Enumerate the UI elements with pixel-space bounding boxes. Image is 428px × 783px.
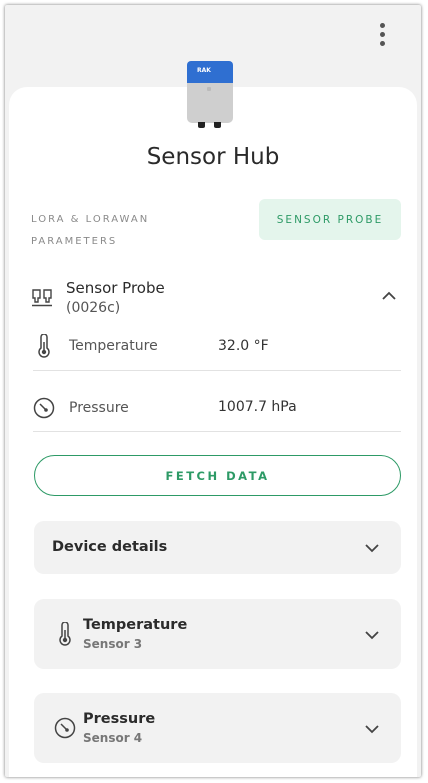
card-title: Device details — [52, 539, 168, 555]
reading-row-pressure: Pressure 1007.7 hPa — [33, 373, 401, 433]
thermometer-icon — [38, 334, 50, 358]
device-details-card[interactable]: Device details — [34, 521, 401, 574]
fetch-data-button[interactable]: FETCH DATA — [34, 455, 401, 496]
sensor-probe-icon — [32, 289, 52, 307]
device-logo: RAK — [197, 67, 211, 74]
reading-value: 1007.7 hPa — [218, 399, 297, 415]
gauge-icon — [54, 717, 76, 739]
chevron-up-icon[interactable] — [381, 290, 397, 302]
reading-label: Pressure — [69, 400, 129, 416]
gauge-icon — [33, 397, 55, 419]
reading-value: 32.0 °F — [218, 338, 269, 354]
card-title: Temperature — [83, 617, 188, 633]
thermometer-icon — [59, 622, 71, 646]
tab-lora-parameters[interactable]: LORA & LORAWAN PARAMETERS — [31, 209, 236, 247]
reading-row-temperature: Temperature 32.0 °F — [33, 312, 401, 372]
temperature-sensor-card[interactable]: Temperature Sensor 3 — [34, 599, 401, 669]
chevron-down-icon[interactable] — [364, 542, 380, 554]
chevron-down-icon[interactable] — [364, 629, 380, 641]
app-screen: RAK Sensor Hub LORA & LORAWAN PARAMETERS… — [5, 5, 421, 777]
reading-label: Temperature — [69, 338, 158, 354]
divider — [33, 431, 401, 432]
tab-sensor-probe[interactable]: SENSOR PROBE — [259, 199, 401, 240]
chevron-down-icon[interactable] — [364, 723, 380, 735]
probe-name: Sensor Probe — [66, 279, 165, 297]
divider — [33, 370, 401, 371]
pressure-sensor-card[interactable]: Pressure Sensor 4 — [34, 693, 401, 763]
device-image: RAK — [187, 61, 233, 129]
page-title: Sensor Hub — [146, 144, 280, 170]
card-subtitle: Sensor 4 — [83, 731, 143, 745]
kebab-menu-icon[interactable] — [368, 19, 396, 49]
card-title: Pressure — [83, 711, 156, 727]
card-subtitle: Sensor 3 — [83, 637, 143, 651]
